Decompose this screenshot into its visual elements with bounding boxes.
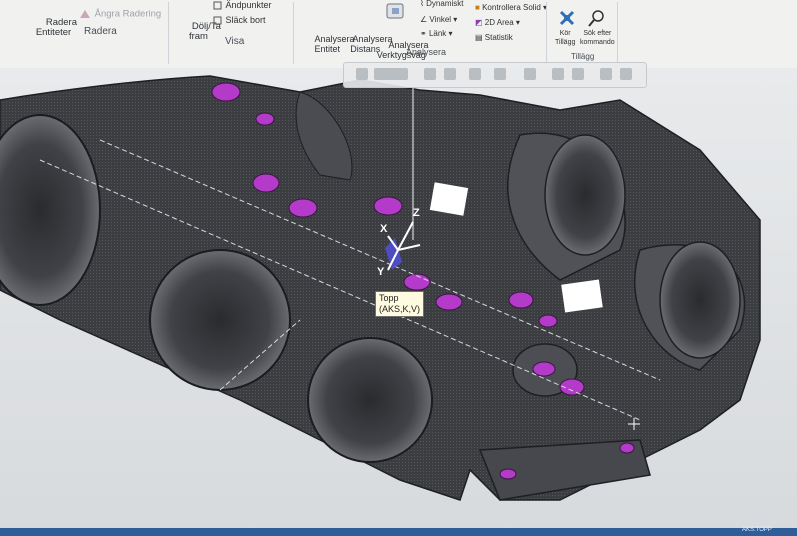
check-solid-icon: ■ (475, 3, 480, 12)
hole-face[interactable] (508, 291, 534, 309)
tool-icon[interactable] (469, 68, 481, 80)
link-icon: ⚭ (420, 29, 427, 38)
dynamic-button[interactable]: ⌇ Dynamiskt (420, 0, 463, 8)
check-solid-button[interactable]: ■ Kontrollera Solid ▾ (475, 3, 547, 12)
run-addin-icon (559, 10, 575, 26)
hole-face[interactable] (211, 82, 241, 102)
angle-icon: ∠ (420, 15, 428, 24)
angle-button[interactable]: ∠ Vinkel ▾ (420, 15, 457, 24)
view-status: AKS:TOPP (742, 527, 772, 533)
hole-face[interactable] (252, 173, 280, 193)
link-button[interactable]: ⚭ Länk ▾ (420, 29, 453, 38)
ribbon-group-visa: Dölj/Ta fram Ändpunkter Släck bort Visa (169, 0, 293, 68)
axis-label-y: Y (377, 266, 385, 278)
tool-icon[interactable] (494, 68, 506, 80)
area-2d-icon: ◩ (475, 18, 483, 27)
axis-label-x: X (380, 223, 388, 235)
dynamic-icon: ⌇ (420, 0, 424, 8)
status-bar: AKS:TOPP (0, 527, 797, 536)
endpoints-icon (213, 1, 222, 10)
runner-opening (307, 337, 433, 463)
tool-icon[interactable] (374, 68, 408, 80)
ribbon-separator (617, 2, 618, 64)
hole-face[interactable] (499, 468, 517, 480)
search-command-button[interactable]: Sök efter kommando (580, 29, 615, 47)
view-tooltip: Topp (AKS,K,V) (375, 291, 425, 317)
tool-icon[interactable] (620, 68, 632, 80)
ribbon-group-tillagg: Kör Tillägg Sök efter kommando Tillägg (547, 0, 617, 68)
hole-face[interactable] (538, 314, 558, 328)
statistics-button[interactable]: ▤ Statistik (475, 33, 513, 42)
graphics-quick-toolbar (343, 62, 647, 88)
search-command-icon (588, 10, 604, 27)
runner-opening (149, 249, 291, 391)
undo-delete-button[interactable]: Ångra Radering (78, 8, 161, 20)
statistics-icon: ▤ (475, 33, 483, 42)
hole-face[interactable] (619, 442, 635, 454)
area-2d-button[interactable]: ◩ 2D Area ▾ (475, 18, 520, 27)
through-hole (429, 182, 469, 216)
tool-icon[interactable] (552, 68, 564, 80)
tooltip-text: Topp (AKS,K,V) (379, 293, 421, 314)
hole-face[interactable] (255, 112, 275, 126)
tool-icon[interactable] (524, 68, 536, 80)
ribbon-group-radera: Radera Entiteter Ångra Radering Radera (0, 0, 168, 68)
elbow-opening (659, 241, 741, 359)
hole-face[interactable] (532, 361, 556, 377)
undo-delete-icon (80, 10, 90, 18)
ribbon-group-analysera: Analysera Entitet Analysera Distans Anal… (294, 0, 548, 68)
endpoints-button[interactable]: Ändpunkter (213, 1, 272, 10)
group-label-analysera: Analysera (406, 47, 447, 57)
group-label-radera: Radera (84, 26, 117, 37)
tool-icon[interactable] (356, 68, 368, 80)
blank-icon (213, 16, 222, 25)
tool-icon[interactable] (600, 68, 612, 80)
tool-icon[interactable] (424, 68, 436, 80)
hole-face[interactable] (373, 196, 403, 216)
analyze-toolpath-icon (386, 3, 404, 19)
tool-icon[interactable] (572, 68, 584, 80)
through-hole (561, 279, 603, 313)
axis-label-z: Z (413, 207, 420, 219)
run-addin-button[interactable]: Kör Tillägg (555, 29, 575, 47)
delete-entities-button[interactable]: Radera Entiteter (30, 0, 77, 48)
elbow-opening (544, 134, 626, 256)
hole-face[interactable] (288, 198, 318, 218)
group-label-visa: Visa (225, 36, 245, 47)
hole-face[interactable] (435, 293, 463, 311)
blank-button[interactable]: Släck bort (213, 16, 266, 25)
group-label-tillagg: Tillägg (571, 52, 595, 61)
ribbon: Radera Entiteter Ångra Radering Radera D… (0, 0, 797, 69)
tool-icon[interactable] (444, 68, 456, 80)
